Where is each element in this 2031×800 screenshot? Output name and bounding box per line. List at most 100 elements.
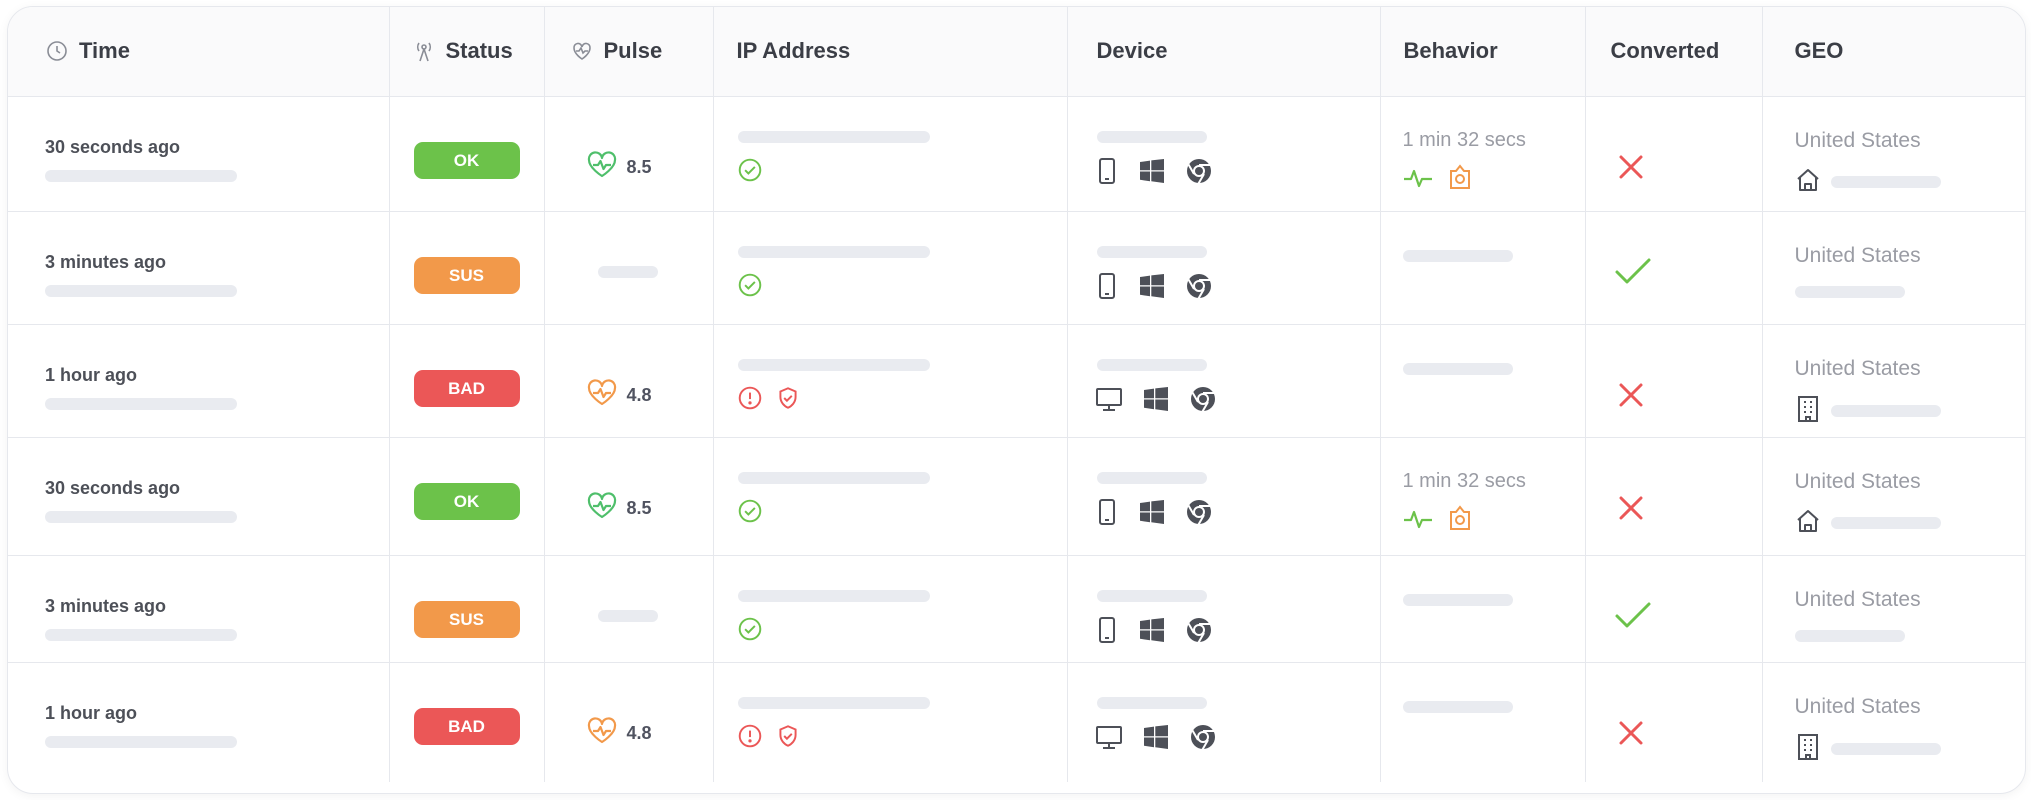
geo-cell: United States — [1762, 96, 2025, 211]
geo-cell: United States — [1762, 211, 2025, 324]
geo-placeholder — [1830, 743, 1941, 755]
column-label: Behavior — [1403, 38, 1498, 64]
column-header-pulse[interactable]: Pulse — [544, 7, 714, 97]
geo-cell: United States — [1762, 324, 2025, 437]
column-label: Pulse — [603, 38, 663, 64]
column-header-device[interactable]: Device — [1067, 7, 1381, 97]
windows-icon — [1139, 158, 1165, 189]
geo-placeholder — [1830, 176, 1941, 188]
device-placeholder — [1096, 245, 1207, 258]
device-cell — [1067, 555, 1381, 662]
device-cell — [1067, 211, 1381, 324]
phone-icon — [1095, 157, 1119, 190]
phone-icon — [1095, 498, 1119, 531]
pulse-cell: 8.5 — [544, 96, 714, 211]
activity-icon — [1403, 506, 1433, 537]
pulse-cell: 4.8 — [544, 662, 714, 782]
geo-cell: United States — [1762, 555, 2025, 662]
column-label: IP Address — [736, 38, 851, 64]
column-header-behavior[interactable]: Behavior — [1380, 7, 1586, 97]
time-placeholder — [45, 735, 237, 748]
pulse-cell: 8.5 — [544, 437, 714, 555]
chrome-icon — [1189, 385, 1217, 418]
location-pin-icon — [1447, 504, 1473, 538]
pulse-cell — [544, 211, 714, 324]
table-row[interactable]: 1 hour ago BAD 4.8 United States — [8, 324, 2025, 437]
time-placeholder — [45, 397, 237, 410]
behavior-cell — [1380, 324, 1586, 437]
ip-cell — [713, 437, 1068, 555]
time-placeholder — [45, 510, 237, 523]
time-placeholder — [45, 284, 237, 297]
status-badge[interactable]: BAD — [413, 707, 520, 745]
geo-placeholder — [1794, 629, 1905, 642]
sessions-table: Time Status Pulse IP Address Device Beha… — [8, 7, 2025, 782]
geo-placeholder — [1830, 405, 1941, 417]
x-mark-icon — [1616, 152, 1762, 187]
heart-pulse-orange-icon — [586, 378, 618, 412]
x-mark-icon — [1616, 493, 1762, 528]
ip-cell — [713, 555, 1068, 662]
column-header-geo[interactable]: GEO — [1762, 7, 2025, 97]
home-icon — [1795, 167, 1821, 198]
table-row[interactable]: 3 minutes ago SUS United States — [8, 211, 2025, 324]
column-label: Status — [445, 38, 513, 64]
table-row[interactable]: 30 seconds ago OK 8.5 1 min 32 secs Unit… — [8, 96, 2025, 211]
time-value: 1 hour ago — [45, 702, 138, 723]
status-badge[interactable]: SUS — [413, 600, 520, 638]
time-value: 30 seconds ago — [45, 136, 181, 157]
time-placeholder — [45, 169, 237, 182]
windows-icon — [1143, 724, 1169, 755]
phone-icon — [1095, 616, 1119, 649]
behavior-placeholder — [1402, 362, 1513, 375]
status-badge[interactable]: BAD — [413, 369, 520, 407]
desktop-icon — [1095, 385, 1123, 418]
table-row[interactable]: 30 seconds ago OK 8.5 1 min 32 secs Unit… — [8, 437, 2025, 555]
building-icon — [1795, 733, 1821, 766]
geo-placeholder — [1830, 517, 1941, 529]
table-header-row: Time Status Pulse IP Address Device Beha… — [8, 7, 2025, 97]
activity-icon — [1403, 165, 1433, 196]
converted-cell — [1585, 437, 1763, 555]
converted-cell — [1585, 96, 1763, 211]
building-icon — [1795, 395, 1821, 428]
device-placeholder — [1096, 130, 1207, 143]
ip-placeholder — [737, 696, 930, 709]
time-value: 1 hour ago — [45, 364, 138, 385]
column-header-ip-address[interactable]: IP Address — [713, 7, 1068, 97]
heart-pulse-green-icon — [586, 491, 618, 525]
heart-icon — [572, 42, 591, 61]
status-badge[interactable]: OK — [413, 482, 520, 520]
status-cell: BAD — [389, 662, 545, 782]
time-placeholder — [45, 628, 237, 641]
shield-icon — [775, 385, 801, 416]
status-badge[interactable]: SUS — [413, 256, 520, 294]
column-header-status[interactable]: Status — [389, 7, 545, 97]
pulse-score: 4.8 — [626, 722, 652, 743]
column-header-converted[interactable]: Converted — [1585, 7, 1763, 97]
column-label: Device — [1096, 38, 1168, 64]
ip-placeholder — [737, 471, 930, 484]
device-placeholder — [1096, 358, 1207, 371]
device-cell — [1067, 324, 1381, 437]
status-cell: OK — [389, 96, 545, 211]
geo-country: United States — [1794, 243, 1921, 267]
status-badge[interactable]: OK — [413, 141, 520, 179]
status-cell: OK — [389, 437, 545, 555]
table-row[interactable]: 1 hour ago BAD 4.8 United States — [8, 662, 2025, 782]
windows-icon — [1139, 617, 1165, 648]
pulse-cell — [544, 555, 714, 662]
time-cell: 3 minutes ago — [8, 211, 390, 324]
heart-pulse-green-icon — [586, 150, 618, 184]
table-row[interactable]: 3 minutes ago SUS United States — [8, 555, 2025, 662]
time-cell: 3 minutes ago — [8, 555, 390, 662]
column-label: GEO — [1794, 38, 1844, 64]
behavior-placeholder — [1402, 700, 1513, 713]
geo-country: United States — [1794, 356, 1921, 380]
check-circle-icon — [737, 157, 763, 188]
sessions-table-card: Time Status Pulse IP Address Device Beha… — [7, 6, 2026, 794]
column-header-time[interactable]: Time — [8, 7, 390, 97]
behavior-cell: 1 min 32 secs — [1380, 96, 1586, 211]
clock-icon — [47, 41, 67, 62]
check-circle-icon — [737, 498, 763, 529]
